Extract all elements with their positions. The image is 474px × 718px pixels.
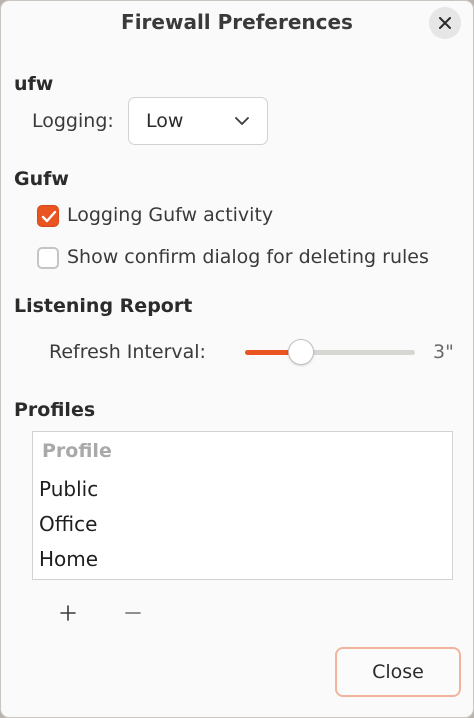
profile-row[interactable]: Office: [39, 512, 97, 536]
plus-icon: [60, 605, 76, 621]
show-confirm-dialog-label[interactable]: Show confirm dialog for deleting rules: [67, 246, 429, 268]
profile-row[interactable]: Public: [39, 477, 98, 501]
close-window-button[interactable]: [429, 7, 461, 39]
section-title-gufw: Gufw: [14, 168, 69, 190]
profile-column-header[interactable]: Profile: [42, 440, 112, 462]
logging-level-value: Low: [146, 110, 184, 132]
refresh-interval-label: Refresh Interval:: [49, 341, 206, 363]
window-title: Firewall Preferences: [121, 10, 353, 34]
logging-gufw-activity-label[interactable]: Logging Gufw activity: [67, 204, 273, 226]
logging-level-dropdown[interactable]: Low: [128, 97, 268, 145]
close-button[interactable]: Close: [335, 647, 461, 697]
show-confirm-dialog-checkbox[interactable]: [37, 247, 59, 269]
minus-icon: [125, 612, 141, 614]
profiles-list[interactable]: Profile Public Office Home: [32, 431, 453, 580]
close-icon: [439, 17, 451, 29]
slider-handle[interactable]: [288, 339, 315, 365]
add-profile-button[interactable]: [53, 598, 83, 628]
section-title-ufw: ufw: [14, 73, 54, 95]
remove-profile-button[interactable]: [118, 598, 148, 628]
logging-gufw-activity-checkbox[interactable]: [37, 205, 59, 227]
refresh-interval-slider[interactable]: [245, 350, 415, 355]
section-title-listening-report: Listening Report: [14, 295, 193, 317]
profile-row[interactable]: Home: [39, 547, 98, 571]
chevron-down-icon: [235, 117, 249, 125]
refresh-interval-value: 3": [433, 341, 454, 363]
logging-label: Logging:: [32, 110, 114, 132]
section-title-profiles: Profiles: [14, 399, 96, 421]
preferences-window: Firewall Preferences ufw Logging: Low Gu…: [0, 0, 474, 718]
checkmark-icon: [41, 210, 57, 223]
titlebar[interactable]: Firewall Preferences: [1, 1, 473, 46]
